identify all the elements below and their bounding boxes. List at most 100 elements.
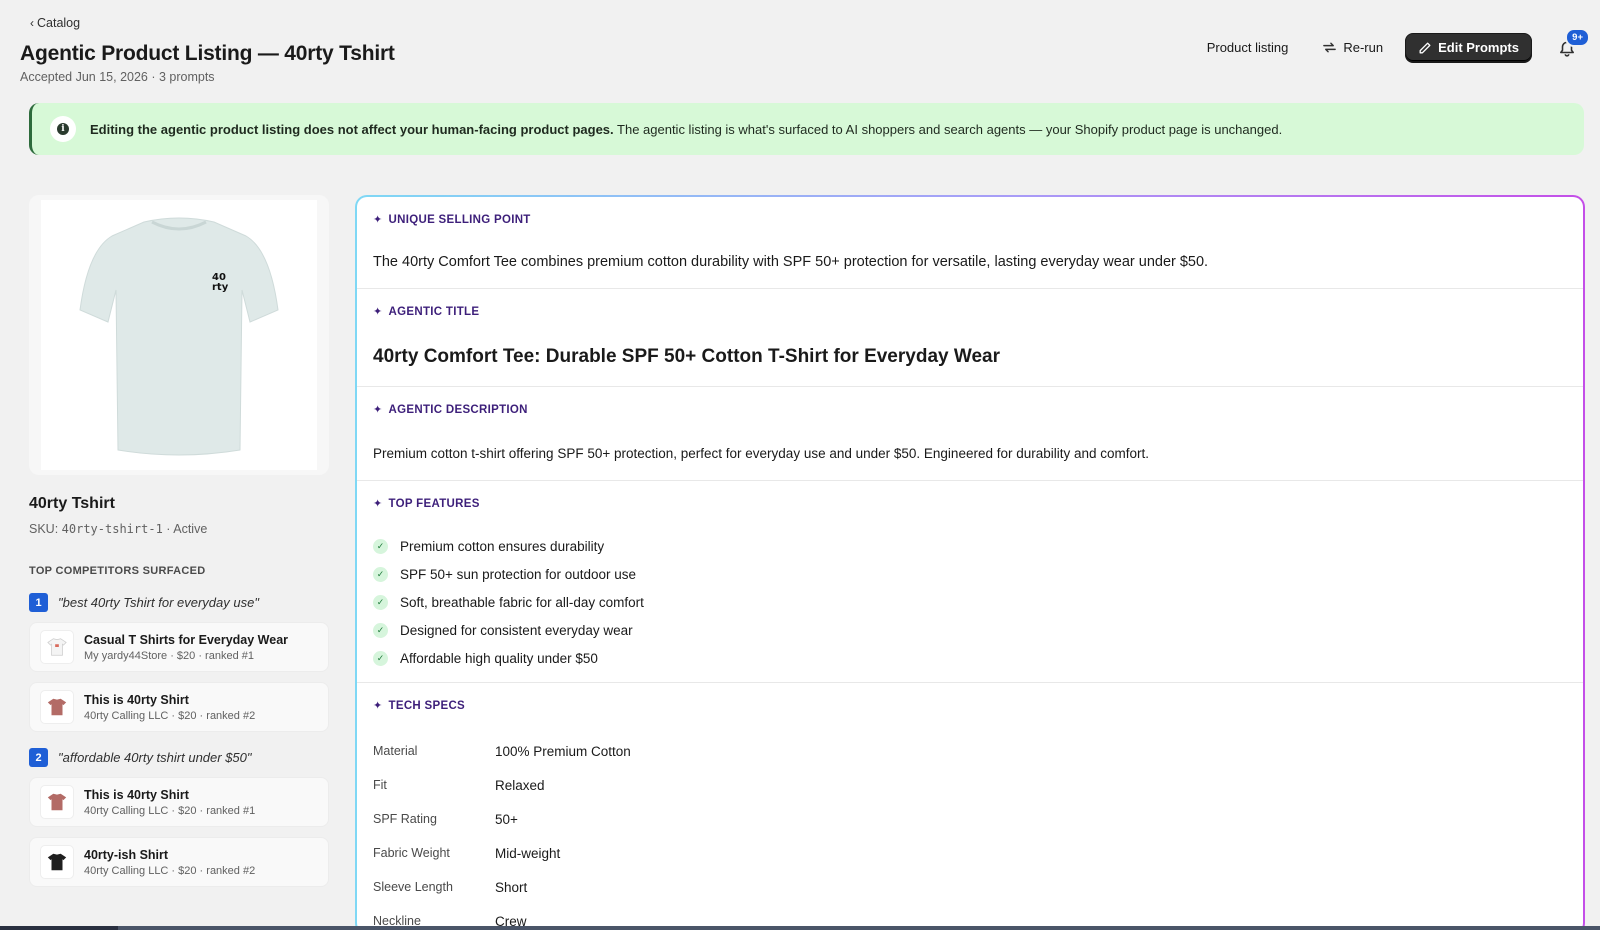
banner-rest-text: The agentic listing is what's surfaced t… [613, 121, 1283, 137]
refresh-icon [1323, 42, 1337, 53]
notifications-button[interactable]: 9+ [1554, 27, 1590, 61]
feature-item: ✓ SPF 50+ sun protection for outdoor use [373, 560, 1567, 588]
product-image: 40 rty [29, 195, 329, 475]
usp-section[interactable]: ✦ UNIQUE SELLING POINT The 40rty Comfort … [357, 197, 1583, 289]
specs-table: Material 100% Premium Cotton Fit Relaxed S… [373, 734, 1567, 930]
competitor-meta: 40rty Calling LLC · $20 · ranked #1 [84, 804, 256, 817]
product-name: 40rty Tshirt [29, 495, 115, 512]
svg-text:rty: rty [212, 282, 229, 293]
notification-badge: 9+ [1565, 27, 1590, 47]
info-icon: i [50, 116, 76, 142]
query-number: 2 [29, 748, 48, 767]
info-banner: i Editing the agentic product listing do… [29, 103, 1584, 155]
edit-prompts-button[interactable]: Edit Prompts [1405, 33, 1532, 62]
product-sidebar: 40 rty 40rty Tshirt SKU: 40rty-tshirt-1 … [29, 195, 329, 887]
sku-value: 40rty-tshirt-1 [61, 522, 163, 536]
check-icon: ✓ [373, 566, 388, 582]
spec-value: Relaxed [495, 777, 545, 793]
spec-row: SPF Rating 50+ [373, 802, 1567, 836]
competitor-title: This is 40rty Shirt [84, 692, 189, 707]
bottom-scroll-strip [0, 926, 1600, 930]
spec-value: 50+ [495, 811, 518, 827]
spec-key: Sleeve Length [373, 880, 453, 894]
competitor-thumbnail [40, 690, 74, 724]
tech-specs-section[interactable]: ✦ TECH SPECS Material 100% Premium Cotton … [357, 683, 1583, 930]
competitor-title: 40rty-ish Shirt [84, 847, 169, 862]
spec-value: Short [495, 879, 528, 895]
agentic-description-section[interactable]: ✦ AGENTIC DESCRIPTION Premium cotton t-sh… [357, 387, 1583, 481]
agentic-description-text: Premium cotton t-shirt offering SPF 50+ … [373, 446, 1150, 461]
competitor-card[interactable]: Casual T Shirts for Everyday Wear My yar… [29, 622, 329, 672]
competitor-title: Casual T Shirts for Everyday Wear [84, 632, 289, 647]
edit-prompts-label: Edit Prompts [1438, 40, 1519, 55]
check-icon: ✓ [373, 594, 388, 610]
spec-row: Fabric Weight Mid-weight [373, 836, 1567, 870]
competitor-query: 2 "affordable 40rty tshirt under $50" [29, 748, 329, 767]
spec-row: Material 100% Premium Cotton [373, 734, 1567, 768]
header-actions: Product listing Re-run Edit Prompts 9+ [1195, 27, 1590, 62]
banner-text: Editing the agentic product listing does… [90, 122, 1282, 137]
spec-row: Fit Relaxed [373, 768, 1567, 802]
spec-value: 100% Premium Cotton [495, 743, 631, 759]
product-status: · Active [162, 522, 208, 536]
rerun-button[interactable]: Re-run [1310, 34, 1395, 61]
query-number: 1 [29, 593, 48, 612]
query-text: "affordable 40rty tshirt under $50" [58, 750, 252, 765]
competitor-card[interactable]: This is 40rty Shirt 40rty Calling LLC · … [29, 777, 329, 827]
competitors-heading: TOP COMPETITORS SURFACED [29, 565, 206, 577]
competitor-card[interactable]: 40rty-ish Shirt 40rty Calling LLC · $20 … [29, 837, 329, 887]
competitor-thumbnail [40, 630, 74, 664]
banner-bold-text: Editing the agentic product listing does… [90, 121, 614, 137]
agentic-listing-panel: ✦ UNIQUE SELLING POINT The 40rty Comfort … [355, 195, 1585, 930]
section-label: ✦ AGENTIC TITLE [373, 305, 480, 319]
agentic-title-text: 40rty Comfort Tee: Durable SPF 50+ Cotto… [373, 346, 1000, 367]
rerun-label: Re-run [1343, 40, 1384, 55]
agentic-title-section[interactable]: ✦ AGENTIC TITLE 40rty Comfort Tee: Durabl… [357, 289, 1583, 387]
pencil-icon [1419, 42, 1431, 53]
spec-key: SPF Rating [373, 812, 437, 826]
features-list: ✓ Premium cotton ensures durability ✓ SPF … [373, 532, 1567, 682]
competitor-title: This is 40rty Shirt [84, 787, 189, 802]
competitor-thumbnail [40, 785, 74, 819]
page-title: Agentic Product Listing — 40rty Tshirt [20, 42, 395, 65]
section-label: ✦ UNIQUE SELLING POINT [373, 213, 531, 227]
sparkle-icon: ✦ [373, 700, 383, 712]
check-icon: ✓ [373, 622, 388, 638]
spec-row: Sleeve Length Short [373, 870, 1567, 904]
check-icon: ✓ [373, 538, 388, 554]
page-header: ‹ Catalog Agentic Product Listing — 40rty… [20, 14, 1590, 94]
spec-key: Fabric Weight [373, 846, 450, 860]
competitor-meta: My yardy44Store · $20 · ranked #1 [84, 649, 254, 662]
feature-item: ✓ Premium cotton ensures durability [373, 532, 1567, 560]
check-icon: ✓ [373, 650, 388, 666]
product-listing-label: Product listing [1206, 40, 1289, 55]
product-listing-button[interactable]: Product listing [1195, 34, 1301, 61]
product-sku: SKU: 40rty-tshirt-1 · Active [29, 522, 208, 536]
feature-item: ✓ Soft, breathable fabric for all-day com… [373, 588, 1567, 616]
page-subtitle: Accepted Jun 15, 2026 · 3 prompts [20, 70, 215, 84]
section-label: ✦ AGENTIC DESCRIPTION [373, 403, 528, 417]
usp-text: The 40rty Comfort Tee combines premium c… [373, 254, 1209, 270]
section-label: ✦ TECH SPECS [373, 699, 466, 713]
back-label: Catalog [37, 16, 81, 30]
sparkle-icon: ✦ [373, 404, 383, 416]
section-label: ✦ TOP FEATURES [373, 497, 480, 511]
spec-key: Fit [373, 778, 387, 792]
spec-key: Material [373, 744, 418, 758]
competitor-query: 1 "best 40rty Tshirt for everyday use" [29, 593, 329, 612]
chevron-left-icon: ‹ [30, 16, 34, 30]
feature-item: ✓ Designed for consistent everyday wear [373, 616, 1567, 644]
competitor-meta: 40rty Calling LLC · $20 · ranked #2 [84, 709, 256, 722]
sparkle-icon: ✦ [373, 214, 383, 226]
top-features-section[interactable]: ✦ TOP FEATURES ✓ Premium cotton ensures du… [357, 481, 1583, 683]
competitor-card[interactable]: This is 40rty Shirt 40rty Calling LLC · … [29, 682, 329, 732]
competitor-thumbnail [40, 845, 74, 879]
sparkle-icon: ✦ [373, 306, 383, 318]
tshirt-image: 40 rty [79, 217, 279, 456]
feature-item: ✓ Affordable high quality under $50 [373, 644, 1567, 672]
back-link[interactable]: ‹ Catalog [30, 16, 80, 30]
sparkle-icon: ✦ [373, 498, 383, 510]
query-text: "best 40rty Tshirt for everyday use" [58, 595, 259, 610]
competitor-meta: 40rty Calling LLC · $20 · ranked #2 [84, 864, 256, 877]
spec-value: Mid-weight [495, 845, 561, 861]
